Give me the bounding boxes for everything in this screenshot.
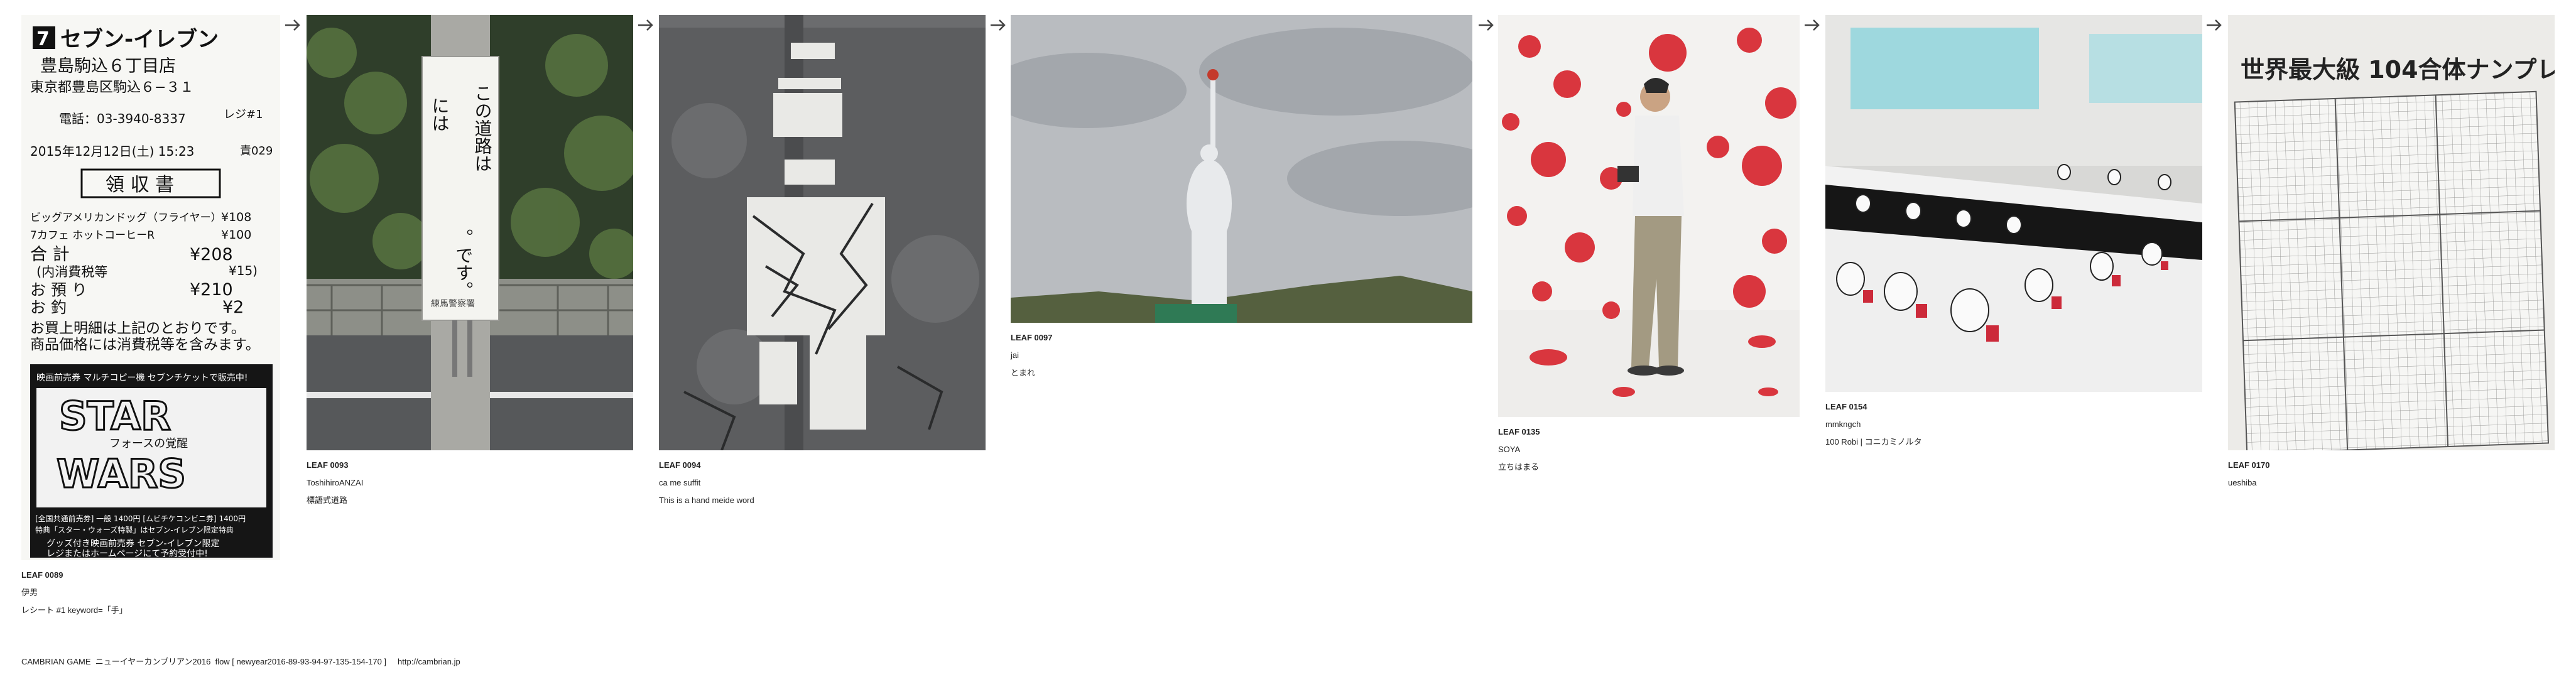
leaf-meta: LEAF 0094 ca me suffit This is a hand me… (659, 457, 986, 509)
sign-image: この道路は には 。です。 練馬警察署 (307, 15, 633, 450)
statue-of-liberty-photo[interactable] (1011, 15, 1472, 323)
svg-text:ビッグアメリカンドッグ（フライヤー）: ビッグアメリカンドッグ（フライヤー） (30, 212, 222, 224)
robot-display-photo[interactable] (1825, 15, 2202, 392)
leaf-number: LEAF 0089 (21, 570, 63, 580)
svg-text:[全国共通前売券] 一般 1400円 [ムビチケコンビニ券]: [全国共通前売券] 一般 1400円 [ムビチケコンビニ券] 1400円 (35, 514, 246, 523)
leaf-caption: This is a hand meide word (659, 496, 754, 505)
leaf-caption: 立ちはまる (1498, 462, 1540, 472)
svg-text:¥208: ¥208 (190, 245, 233, 264)
svg-text:商品価格には消費税等を含みます。: 商品価格には消費税等を含みます。 (30, 337, 260, 353)
leaf-card-0170[interactable]: 世界最大級 104合体ナンプレ LEAF 0170 ueshiba (2228, 15, 2555, 492)
poster-image: 世界最大級 104合体ナンプレ (2228, 15, 2555, 450)
svg-text:グッズ付き映画前売券 セブン-イレブン限定: グッズ付き映画前売券 セブン-イレブン限定 (46, 538, 220, 549)
leaf-caption: レシート #1 keyword=「手」 (21, 605, 128, 615)
svg-text:7カフェ ホットコーヒーR: 7カフェ ホットコーヒーR (30, 229, 155, 242)
leaf-caption: 標語式道路 (307, 496, 348, 505)
receipt-store-name: セブン-イレブン (60, 27, 219, 52)
leaf-card-0135[interactable]: LEAF 0135 SOYA 立ちはまる (1498, 15, 1800, 476)
svg-text:責029: 責029 (240, 144, 273, 158)
svg-text:7: 7 (36, 28, 50, 50)
svg-text:2015年12月12日(土) 15:23: 2015年12月12日(土) 15:23 (30, 144, 194, 159)
leaf-number: LEAF 0135 (1498, 427, 1540, 436)
svg-text:東京都豊島区駒込６−３１: 東京都豊島区駒込６−３１ (30, 80, 193, 95)
leaf-number: LEAF 0097 (1011, 333, 1053, 342)
svg-text:領 収 書: 領 収 書 (106, 174, 174, 196)
leaf-number: LEAF 0170 (2228, 460, 2270, 470)
road-image (659, 15, 986, 450)
svg-text:¥2: ¥2 (222, 298, 244, 317)
leaf-caption: とまれ (1011, 368, 1036, 377)
leaf-author[interactable]: jai (1011, 347, 1472, 364)
footer-link[interactable]: http://cambrian.jp (398, 657, 460, 666)
receipt-photo[interactable]: 7 セブン-イレブン 豊島駒込６丁目店 東京都豊島区駒込６−３１ 電話：03-3… (21, 15, 280, 560)
leaf-meta: LEAF 0135 SOYA 立ちはまる (1498, 423, 1800, 476)
svg-text:WARS: WARS (57, 451, 186, 497)
leaf-meta: LEAF 0097 jai とまれ (1011, 329, 1472, 382)
leaf-caption: 100 Robi | コニカミノルタ (1825, 437, 1922, 447)
svg-text:¥100: ¥100 (221, 228, 251, 242)
leaf-number: LEAF 0154 (1825, 402, 1867, 411)
svg-text:特典「スター・ウォーズ特製」はセブン-イレブン限定特典: 特典「スター・ウォーズ特製」はセブン-イレブン限定特典 (35, 525, 234, 534)
svg-text:世界最大級 104合体ナンプレ: 世界最大級 104合体ナンプレ (2241, 56, 2555, 84)
arrow-right-icon (285, 19, 300, 31)
statue-image (1011, 15, 1472, 323)
leaf-author[interactable]: SOYA (1498, 441, 1800, 458)
arrow-right-icon (1479, 19, 1494, 31)
svg-text:お 預 り: お 預 り (30, 281, 87, 299)
leaf-author[interactable]: ueshiba (2228, 474, 2555, 492)
svg-text:お買上明細は上記のとおりです。: お買上明細は上記のとおりです。 (30, 320, 246, 337)
leaf-card-0093[interactable]: この道路は には 。です。 練馬警察署 LEAF 0093 ToshihiroA… (307, 15, 633, 509)
svg-text:。です。: 。です。 (454, 229, 474, 299)
svg-text:レジまたはホームページにて予約受付中!: レジまたはホームページにて予約受付中! (46, 549, 208, 559)
road-marking-photo[interactable] (659, 15, 986, 450)
svg-text:には: には (430, 97, 450, 132)
leaf-author[interactable]: mmkngch (1825, 416, 2202, 433)
leaf-meta: LEAF 0089 伊男 レシート #1 keyword=「手」 (21, 566, 280, 619)
leaf-meta: LEAF 0154 mmkngch 100 Robi | コニカミノルタ (1825, 398, 2202, 451)
arrow-right-icon (638, 19, 653, 31)
arrow-right-icon (991, 19, 1006, 31)
sign-pole-photo[interactable]: この道路は には 。です。 練馬警察署 (307, 15, 633, 450)
arrow-right-icon (1805, 19, 1820, 31)
svg-text:フォースの覚醒: フォースの覚醒 (109, 437, 188, 450)
arrow-right-icon (2207, 19, 2222, 31)
svg-text:お 釣: お 釣 (30, 298, 67, 317)
svg-text:練馬警察署: 練馬警察署 (431, 298, 475, 309)
svg-text:この道路は: この道路は (472, 84, 493, 172)
svg-text:映画前売券 マルチコピー機 セブンチケットで販売中!: 映画前売券 マルチコピー機 セブンチケットで販売中! (36, 372, 248, 383)
svg-text:STAR: STAR (59, 393, 171, 439)
number-place-poster-photo[interactable]: 世界最大級 104合体ナンプレ (2228, 15, 2555, 450)
svg-text:(内消費税等: (内消費税等 (36, 264, 107, 279)
svg-text:レジ#1: レジ#1 (224, 108, 263, 121)
leaf-meta: LEAF 0093 ToshihiroANZAI 標語式道路 (307, 457, 633, 509)
leaf-author[interactable]: 伊男 (21, 584, 280, 602)
svg-text:電話：03-3940-8337: 電話：03-3940-8337 (59, 111, 186, 126)
leaf-card-0094[interactable]: LEAF 0094 ca me suffit This is a hand me… (659, 15, 986, 509)
svg-text:豊島駒込６丁目店: 豊島駒込６丁目店 (40, 57, 176, 76)
leaf-number: LEAF 0094 (659, 460, 701, 470)
svg-text:合 計: 合 計 (30, 245, 70, 264)
footer-flow-text: CAMBRIAN GAME ニューイヤーカンブリアン2016 flow [ ne… (21, 657, 387, 666)
page-footer: CAMBRIAN GAME ニューイヤーカンブリアン2016 flow [ ne… (21, 655, 460, 667)
leaf-number: LEAF 0093 (307, 460, 349, 470)
svg-text:¥15): ¥15) (229, 263, 258, 278)
leaf-author[interactable]: ca me suffit (659, 474, 986, 492)
polka-dot-room-photo[interactable] (1498, 15, 1800, 417)
leaf-card-0097[interactable]: LEAF 0097 jai とまれ (1011, 15, 1472, 382)
leaf-meta: LEAF 0170 ueshiba (2228, 457, 2555, 492)
receipt-image: 7 セブン-イレブン 豊島駒込６丁目店 東京都豊島区駒込６−３１ 電話：03-3… (21, 15, 280, 560)
svg-text:¥210: ¥210 (190, 280, 233, 300)
svg-text:¥108: ¥108 (221, 210, 251, 224)
robot-image (1825, 15, 2202, 392)
leaf-card-0154[interactable]: LEAF 0154 mmkngch 100 Robi | コニカミノルタ (1825, 15, 2202, 451)
leaf-card-0089[interactable]: 7 セブン-イレブン 豊島駒込６丁目店 東京都豊島区駒込６−３１ 電話：03-3… (21, 15, 280, 619)
leaf-author[interactable]: ToshihiroANZAI (307, 474, 633, 492)
polka-dot-image (1498, 15, 1800, 417)
